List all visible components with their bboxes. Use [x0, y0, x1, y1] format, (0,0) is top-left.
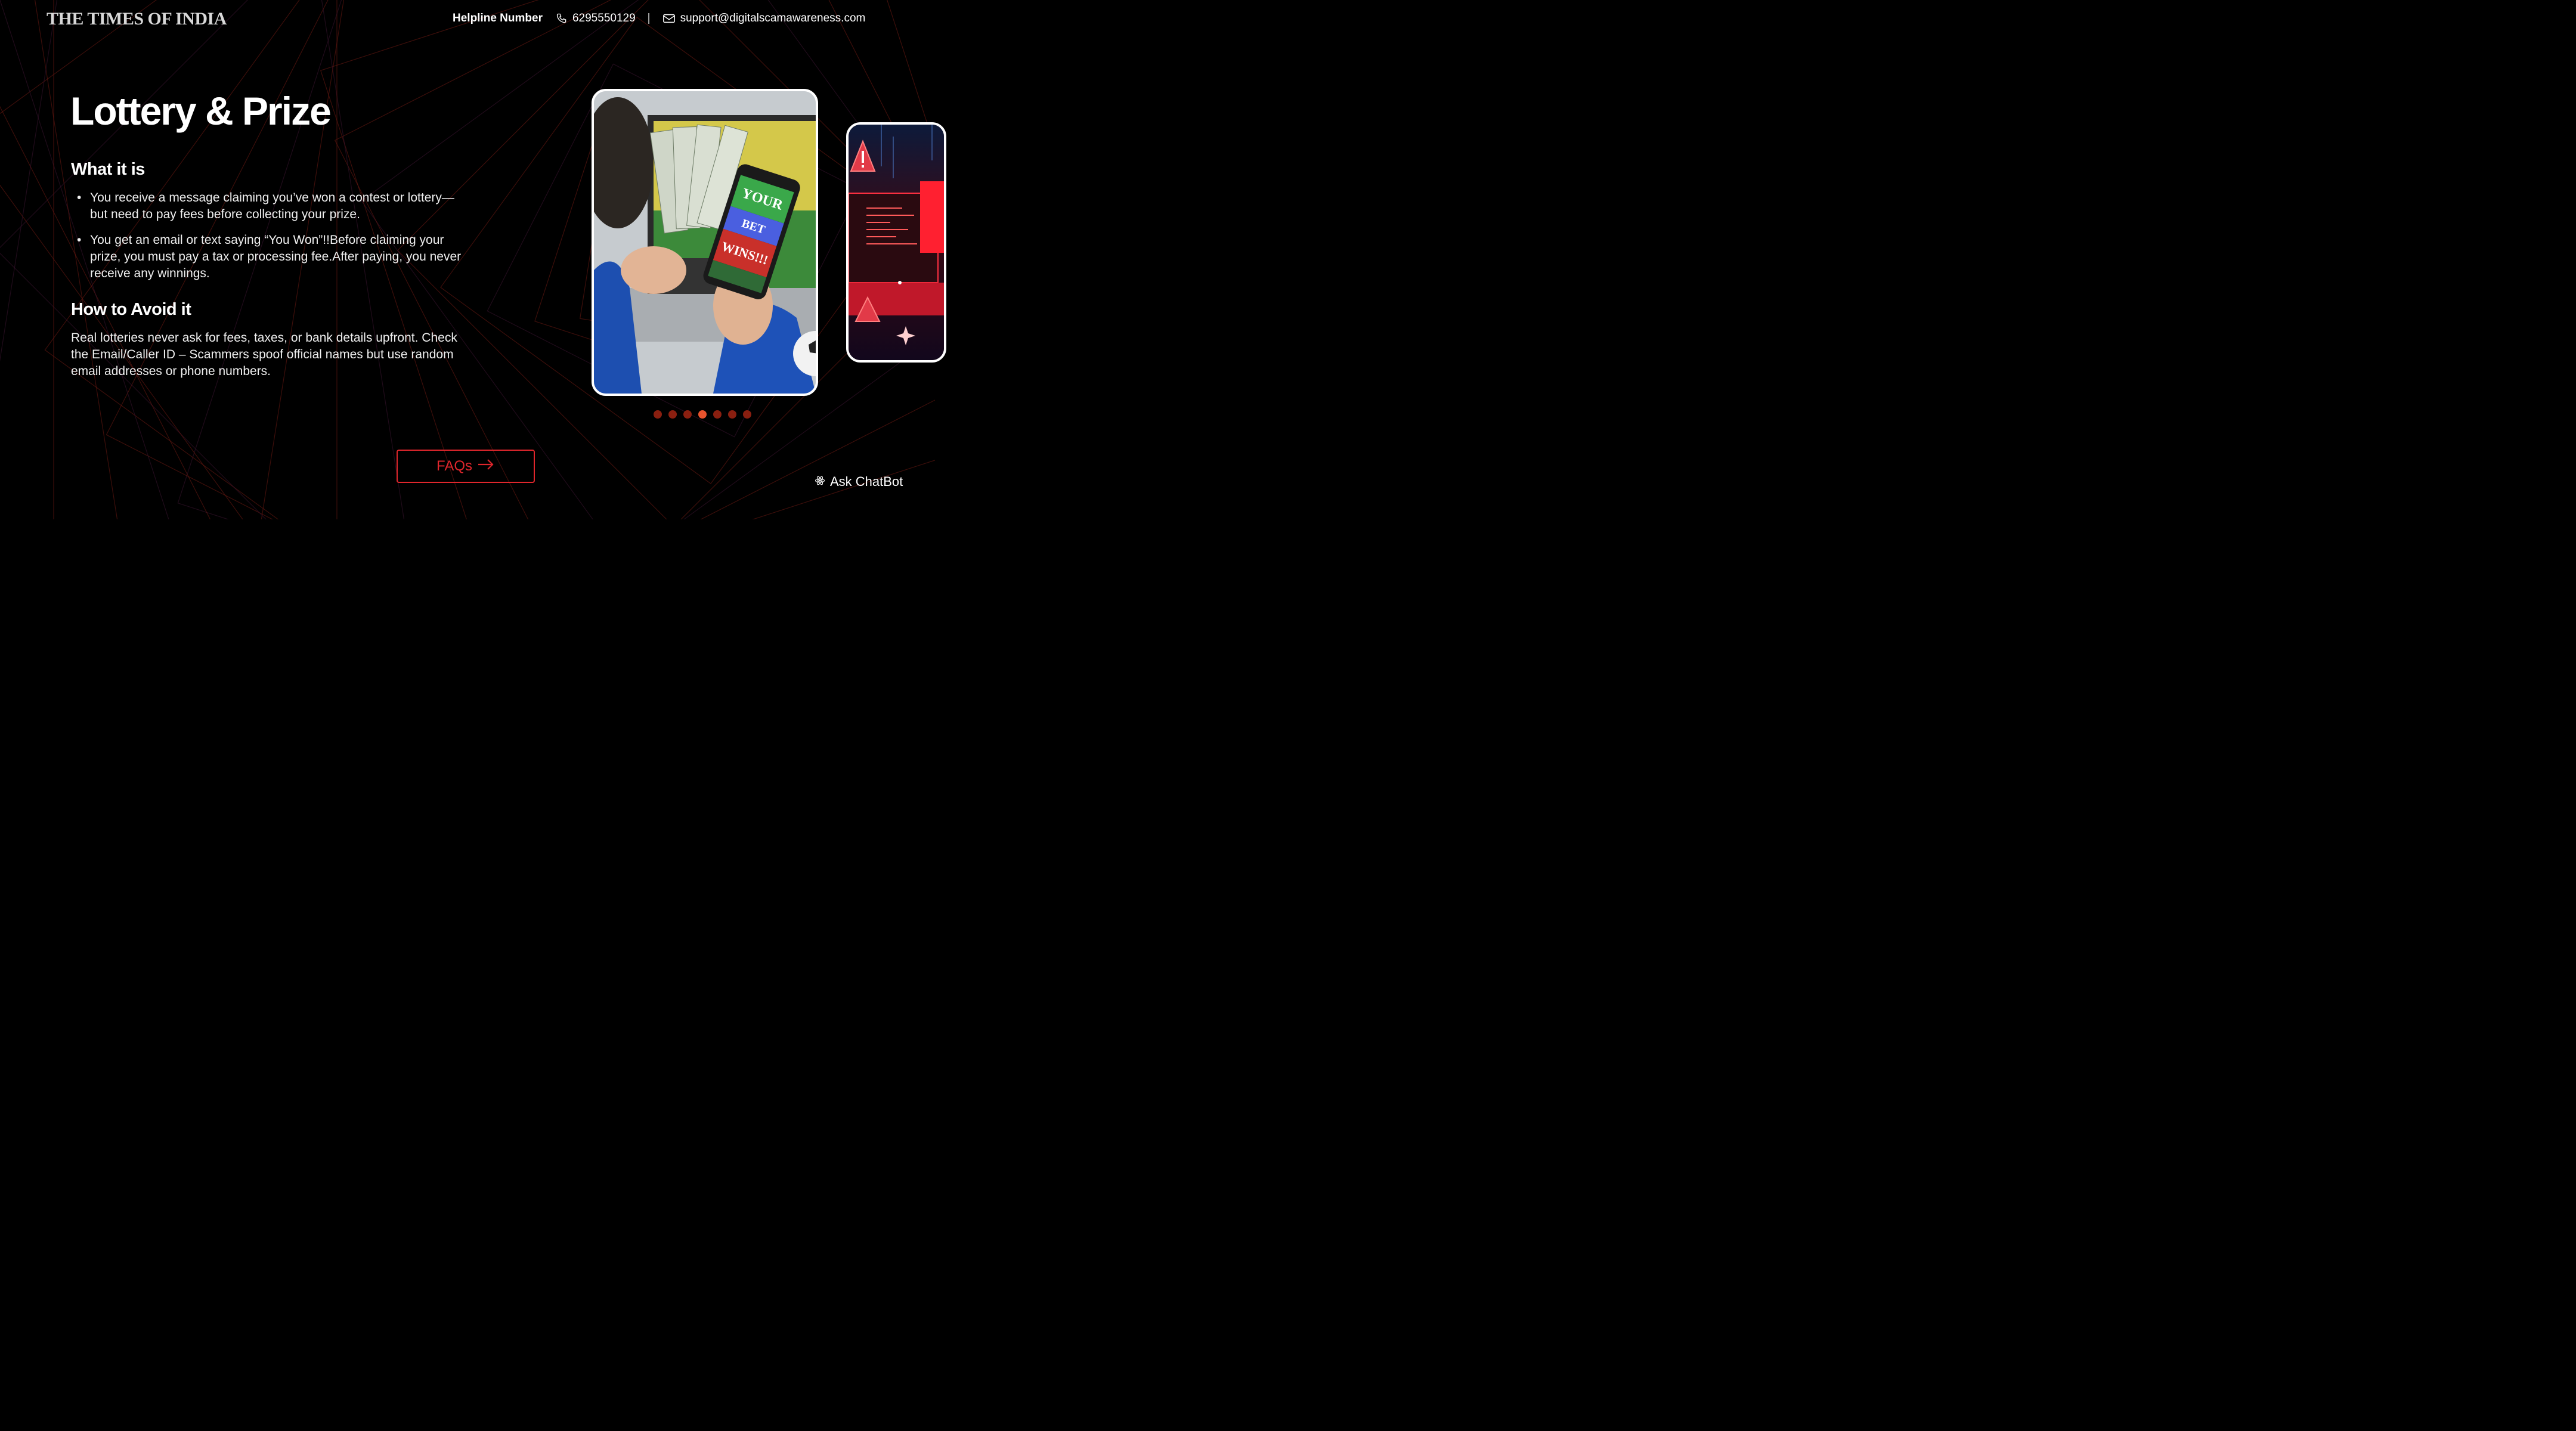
support-email[interactable]: support@digitalscamawareness.com	[680, 12, 866, 25]
ask-chatbot-button[interactable]: Ask ChatBot	[815, 474, 903, 490]
cyber-alert-illustration	[849, 125, 944, 360]
header-contact-bar: Helpline Number 6295550129 | support@dig…	[453, 12, 865, 25]
what-it-is-list: • You receive a message claiming you’ve w…	[71, 190, 465, 291]
how-to-avoid-text: Real lotteries never ask for fees, taxes…	[71, 331, 457, 378]
carousel-dot[interactable]	[654, 410, 662, 419]
what-it-is-heading: What it is	[71, 160, 145, 179]
helpline-phone[interactable]: 6295550129	[572, 12, 636, 25]
list-item-text: You get an email or text saying “You Won…	[90, 233, 462, 280]
faqs-button-label: FAQs	[436, 458, 472, 474]
carousel-dot[interactable]	[743, 410, 751, 419]
carousel-dot[interactable]	[683, 410, 692, 419]
list-item: • You receive a message claiming you’ve w…	[71, 190, 465, 223]
carousel-dot[interactable]	[668, 410, 677, 419]
carousel-dot[interactable]	[698, 410, 707, 419]
times-of-india-logo[interactable]: THE TIMES OF INDIA	[47, 9, 227, 29]
carousel-dot[interactable]	[713, 410, 722, 419]
carousel-pagination	[654, 410, 751, 419]
ask-chatbot-label: Ask ChatBot	[830, 474, 903, 489]
helpline-label: Helpline Number	[453, 12, 543, 24]
list-item-text: You receive a message claiming you’ve wo…	[90, 191, 454, 221]
lottery-phone-illustration: YOUR BET WINS!!!	[594, 91, 816, 394]
page-title: Lottery & Prize	[70, 89, 332, 133]
carousel-dot[interactable]	[728, 410, 736, 419]
arrow-right-icon	[477, 458, 495, 475]
bullet-dot: •	[77, 233, 82, 247]
mail-icon	[662, 13, 676, 24]
carousel-slide-active[interactable]: YOUR BET WINS!!!	[592, 89, 818, 396]
atom-icon	[815, 474, 825, 490]
bullet-dot: •	[77, 191, 82, 205]
phone-icon	[556, 13, 568, 24]
faqs-button[interactable]: FAQs	[397, 450, 535, 483]
carousel-slide-next[interactable]	[846, 122, 946, 363]
contact-separator: |	[647, 12, 651, 24]
how-to-avoid-heading: How to Avoid it	[71, 300, 191, 319]
list-item: • You get an email or text saying “You Wo…	[71, 232, 465, 282]
